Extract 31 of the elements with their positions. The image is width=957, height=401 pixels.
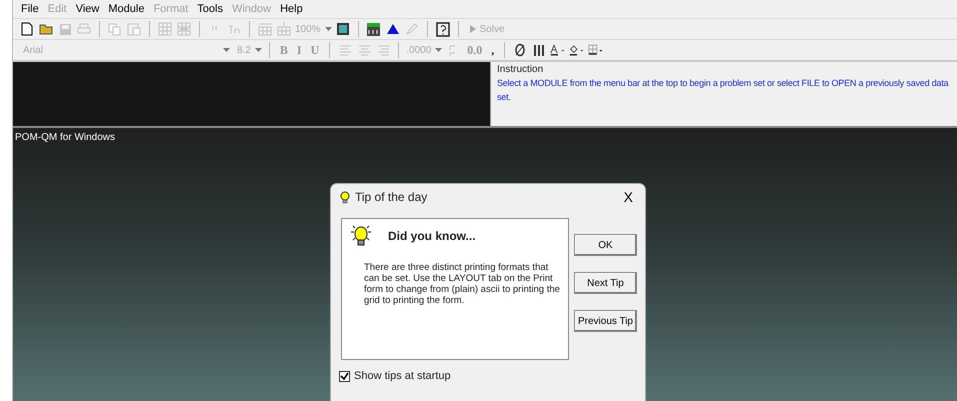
tip-heading: Did you know... [388, 228, 476, 245]
menu-item[interactable]: Module [108, 3, 144, 18]
dialog-title: Tip of the day [355, 189, 428, 206]
menu-item[interactable]: View [76, 3, 100, 18]
dialog-button[interactable]: Next Tip [574, 272, 637, 294]
menu-item[interactable]: Tools [197, 3, 223, 18]
checkbox[interactable] [339, 370, 350, 382]
workspace-title: POM-QM for Windows [14, 131, 116, 145]
help-icon[interactable] [434, 21, 451, 37]
monitor-icon[interactable] [334, 21, 351, 37]
instruction-label: Instruction [497, 63, 544, 77]
format-button[interactable]: , [488, 41, 498, 59]
text-color-icon[interactable] [550, 42, 566, 58]
menu-item[interactable]: File [21, 3, 39, 18]
dropdown-value: 8.2 [237, 44, 251, 58]
dialog-button[interactable]: Previous Tip [574, 310, 637, 332]
instruction-text: Select a MODULE from the menu bar at the top to begin a problem set or select FILE to OPEN a previously saved data set. [497, 77, 950, 104]
lightbulb-icon [350, 224, 372, 248]
close-button[interactable]: X [620, 189, 637, 205]
tip-text: There are three distinct printing formats that can be set. Use the LAYOUT tab on the Print form to change from (plain) ascii to printing the grid to printing the form. [364, 262, 560, 306]
lightbulb-icon [339, 190, 351, 204]
checkbox-label: Show tips at startup [354, 369, 451, 384]
dropdown-value: Arial [23, 44, 44, 58]
dropdown-value: .0000 [406, 44, 432, 58]
document-icon[interactable] [19, 21, 35, 37]
border-icon[interactable] [588, 42, 604, 58]
chart-icon[interactable] [366, 21, 382, 37]
play-icon [470, 25, 476, 33]
menu-item[interactable]: Help [280, 3, 303, 18]
dropdown-value: 100% [295, 22, 321, 36]
ok-button[interactable]: OK [574, 234, 637, 256]
